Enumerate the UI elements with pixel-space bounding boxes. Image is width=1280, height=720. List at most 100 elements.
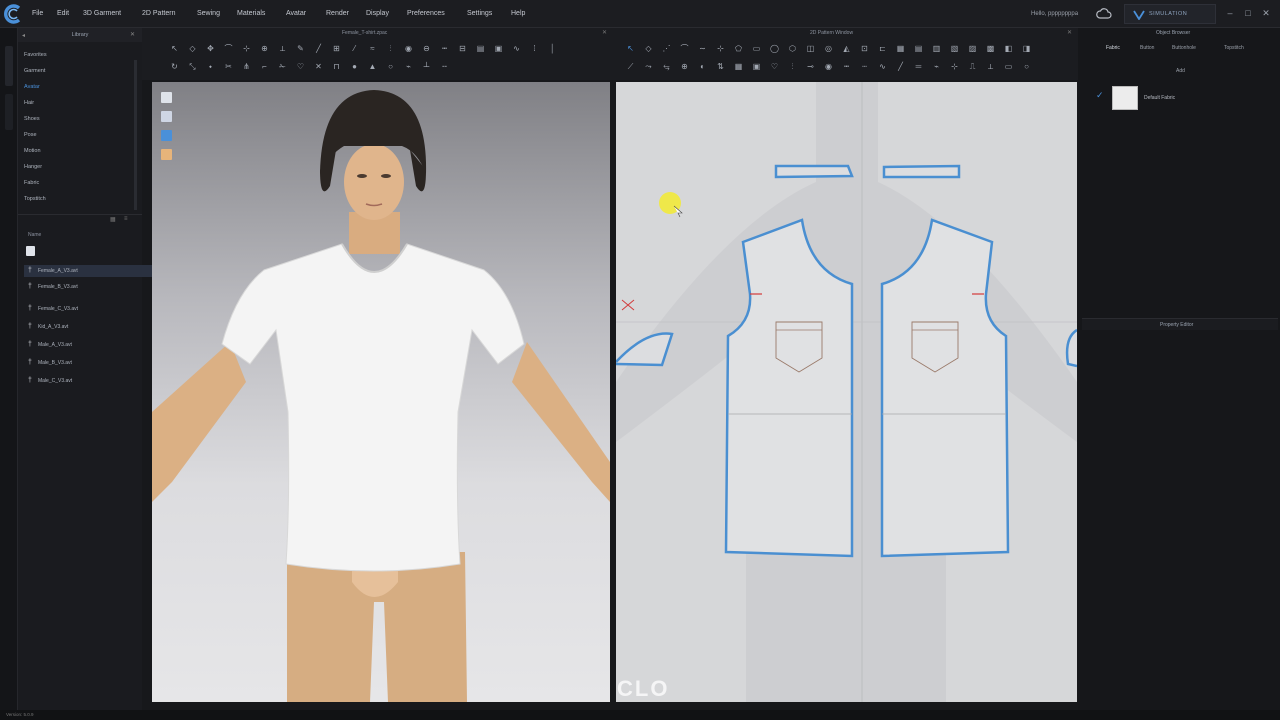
grid-icon[interactable]: ▦ [896, 44, 905, 53]
library-category[interactable]: Garment [24, 68, 45, 74]
puckering-icon[interactable]: ∿ [512, 44, 521, 53]
topstitch-2d-icon[interactable]: ┅ [842, 62, 851, 71]
view3d-close-icon[interactable]: ✕ [602, 29, 607, 36]
file-item[interactable]: Kid_A_V3.avt [24, 321, 152, 333]
fabric-item-label[interactable]: Default Fabric [1144, 95, 1175, 101]
loop-icon[interactable]: ○ [1022, 62, 1031, 71]
hook-2d-icon[interactable]: ⌁ [932, 62, 941, 71]
graphic-2d-icon[interactable]: ▣ [752, 62, 761, 71]
button-icon[interactable]: ◉ [404, 44, 413, 53]
library-category[interactable]: Hair [24, 100, 34, 106]
line-2d-icon[interactable]: ╱ [896, 62, 905, 71]
marker-icon[interactable]: ▲ [368, 62, 377, 71]
menu-materials[interactable]: Materials [237, 0, 265, 28]
offset-icon[interactable]: ═ [914, 62, 923, 71]
library-category[interactable]: Motion [24, 148, 41, 154]
tack-2d-icon[interactable]: ⊕ [680, 62, 689, 71]
menu-edit[interactable]: Edit [57, 0, 69, 28]
library-category[interactable]: Pose [24, 132, 37, 138]
buttonhole-icon[interactable]: ⊖ [422, 44, 431, 53]
check-sewing-icon[interactable]: ◐ [698, 62, 707, 71]
rotate-icon[interactable]: ↻ [170, 62, 179, 71]
viewport-3d[interactable] [152, 82, 610, 702]
annotation-icon[interactable]: ▭ [1004, 62, 1013, 71]
menu-render[interactable]: Render [326, 0, 349, 28]
cut-icon[interactable]: ✁ [278, 62, 287, 71]
fabric-swatch[interactable] [1112, 86, 1138, 110]
cloud-icon[interactable] [1096, 7, 1112, 21]
library-category[interactable]: Shoes [24, 116, 40, 122]
view-grid-icon[interactable]: ▦ [110, 216, 116, 223]
tab-buttonhole[interactable]: Buttonhole [1172, 42, 1196, 54]
split-icon[interactable]: ⎍ [968, 62, 977, 71]
library-category-selected[interactable]: Avatar [24, 84, 40, 90]
library-category[interactable]: Favorites [24, 52, 47, 58]
transform-icon[interactable]: ✥ [206, 44, 215, 53]
dash-icon[interactable]: ╌ [440, 62, 449, 71]
segment-sewing-icon[interactable]: ⟋ [626, 62, 635, 71]
ms-sewing-icon[interactable]: ⥃ [662, 62, 671, 71]
library-scrollbar[interactable] [134, 60, 137, 210]
mirror-icon[interactable]: ◨ [1022, 44, 1031, 53]
file-item[interactable]: Male_B_V3.avt [24, 357, 152, 369]
point-icon[interactable]: ⬩ [206, 62, 215, 71]
library-category[interactable]: Topstitch [24, 196, 46, 202]
history-side-tab[interactable] [5, 94, 13, 130]
fold-pattern-icon[interactable]: ▧ [950, 44, 959, 53]
fur-icon[interactable]: ⁞ [530, 44, 539, 53]
library-back-icon[interactable]: ◂ [22, 32, 25, 39]
polygon-icon[interactable]: ⬠ [734, 44, 743, 53]
viewport-2d-pattern[interactable] [616, 82, 1077, 702]
edit-point-icon[interactable]: ⋰ [662, 44, 671, 53]
add-fabric-button[interactable]: Add [1176, 68, 1185, 74]
texture-icon[interactable]: ▤ [476, 44, 485, 53]
menu-file[interactable]: File [32, 0, 43, 28]
menu-avatar[interactable]: Avatar [286, 0, 306, 28]
add-point-icon[interactable]: ⊹ [716, 44, 725, 53]
library-side-tab[interactable] [5, 46, 13, 86]
tab-button[interactable]: Button [1140, 42, 1154, 54]
lock-icon[interactable]: ⊓ [332, 62, 341, 71]
close-icon[interactable]: ✕ [1261, 8, 1271, 18]
simulation-toggle[interactable]: SIMULATION [1124, 4, 1216, 24]
seam-icon[interactable]: ⋔ [242, 62, 251, 71]
internal-polygon-icon[interactable]: ⬡ [788, 44, 797, 53]
menu-3d-garment[interactable]: 3D Garment [83, 0, 121, 28]
file-item[interactable]: Female_C_V3.avt [24, 303, 152, 315]
trace-icon[interactable]: ⊡ [860, 44, 869, 53]
heart-2d-icon[interactable]: ♡ [770, 62, 779, 71]
select-mesh-icon[interactable]: ◇ [188, 44, 197, 53]
fabric-grain-icon[interactable]: ⇅ [716, 62, 725, 71]
pleat-icon[interactable]: ◧ [1004, 44, 1013, 53]
select-icon[interactable]: ↖ [170, 44, 179, 53]
free-sewing-icon[interactable]: ⤳ [644, 62, 653, 71]
seam-allowance-icon[interactable]: ▨ [968, 44, 977, 53]
circle-icon[interactable]: ◯ [770, 44, 779, 53]
menu-display[interactable]: Display [366, 0, 389, 28]
ruler-icon[interactable]: │ [548, 44, 557, 53]
zipper-2d-icon[interactable]: ⫶ [788, 62, 797, 71]
segment-icon[interactable]: ▩ [986, 44, 995, 53]
file-item[interactable]: Male_C_V3.avt [24, 375, 152, 387]
curve-point-icon[interactable]: ⌒ [680, 44, 689, 53]
brush-icon[interactable]: ⁄ [350, 44, 359, 53]
menu-2d-pattern[interactable]: 2D Pattern [142, 0, 175, 28]
pin-2d-icon[interactable]: ⊹ [950, 62, 959, 71]
file-item[interactable]: Male_A_V3.avt [24, 339, 152, 351]
ring-icon[interactable]: ○ [386, 62, 395, 71]
stitch-icon[interactable]: ┄ [860, 62, 869, 71]
edit-curve-icon[interactable]: ∼ [698, 44, 707, 53]
folder-icon[interactable] [26, 246, 35, 256]
line-icon[interactable]: ╱ [314, 44, 323, 53]
minimize-icon[interactable]: – [1225, 8, 1235, 18]
file-item[interactable]: Female_B_V3.avt [24, 281, 152, 293]
strip-icon[interactable]: ⊟ [458, 44, 467, 53]
transform-pattern-icon[interactable]: ↖ [626, 44, 635, 53]
rectangle-icon[interactable]: ▭ [752, 44, 761, 53]
table-icon[interactable]: ▤ [914, 44, 923, 53]
library-category[interactable]: Hanger [24, 164, 42, 170]
notch-icon[interactable]: ⊏ [878, 44, 887, 53]
menu-help[interactable]: Help [511, 0, 525, 28]
internal-rect-icon[interactable]: ◫ [806, 44, 815, 53]
arrange-icon[interactable]: ⊞ [332, 44, 341, 53]
